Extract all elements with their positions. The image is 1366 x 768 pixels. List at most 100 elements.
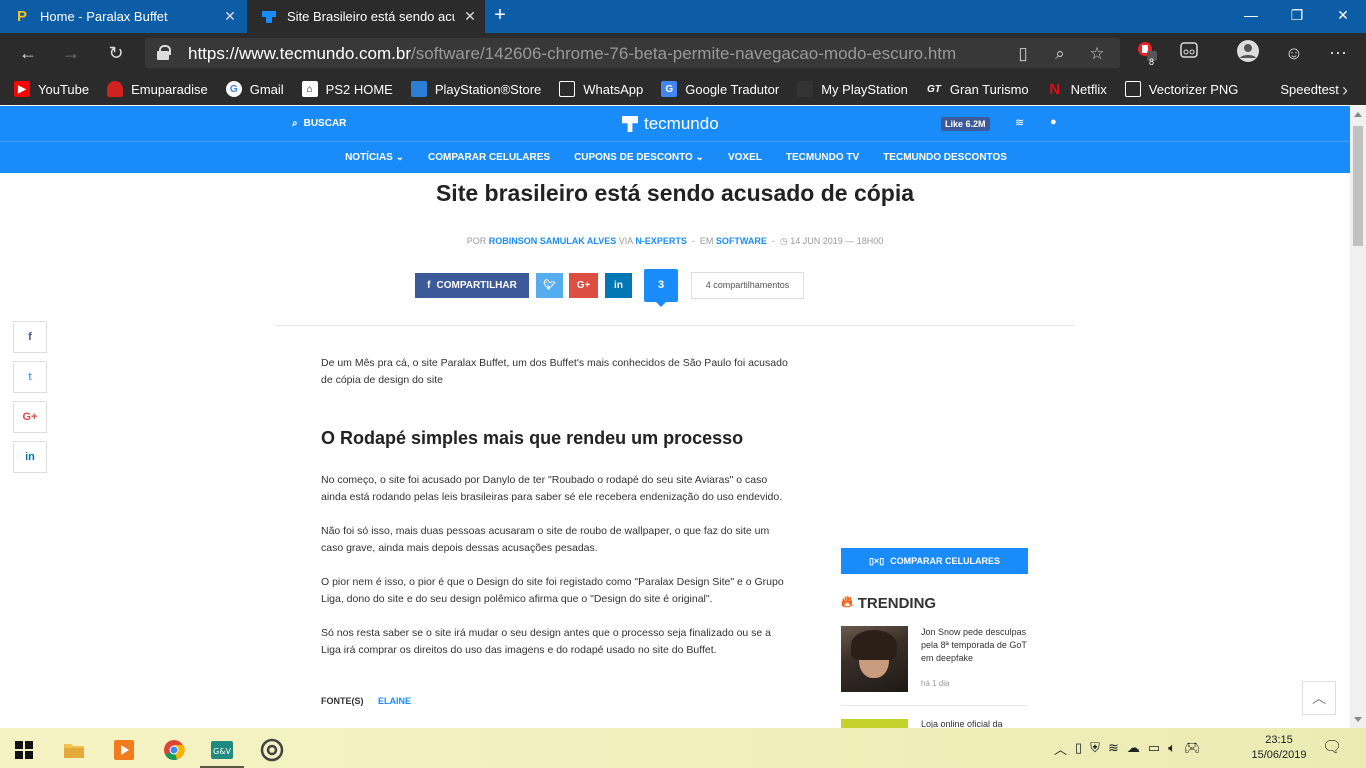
url-text[interactable]: https://www.tecmundo.com.br/software/142… — [188, 44, 956, 64]
trending-thumbnail[interactable] — [841, 626, 908, 692]
tab-paralax-buffet[interactable]: P Home - Paralax Buffet ✕ — [0, 0, 245, 33]
bookmark-google-tradutor[interactable]: G Google Tradutor — [661, 81, 779, 97]
menu-item-noticias[interactable]: NOTÍCIAS ⌄ — [345, 152, 404, 163]
extension-badge: 8 — [1149, 57, 1155, 67]
page-scrollbar[interactable] — [1350, 106, 1366, 728]
more-menu-icon[interactable]: ⋯ — [1324, 39, 1352, 67]
scrollbar-thumb[interactable] — [1353, 126, 1363, 246]
trending-title[interactable]: Loja online oficial da — [921, 719, 1003, 728]
googleplus-icon[interactable]: G+ — [13, 401, 47, 433]
header-divider — [275, 325, 1075, 326]
refresh-icon[interactable]: ↻ — [102, 39, 130, 67]
bookmark-playstation-store[interactable]: PlayStation®Store — [410, 81, 541, 97]
maximize-icon[interactable]: ❐ — [1274, 0, 1320, 33]
battery-icon[interactable]: ▭ — [1148, 740, 1160, 756]
mushroom-icon — [107, 81, 124, 97]
category-link[interactable]: SOFTWARE — [716, 236, 767, 246]
reading-view-icon[interactable]: ▯ — [1011, 44, 1035, 64]
linkedin-icon: in — [614, 280, 623, 291]
favorite-star-icon[interactable]: ☆ — [1085, 44, 1109, 64]
volume-icon[interactable]: 🔈︎ — [1168, 740, 1176, 756]
twitter-share-button[interactable]: 🐦︎ — [536, 273, 563, 298]
article-body: No começo, o site foi acusado por Danylo… — [321, 472, 791, 676]
chrome-icon[interactable] — [150, 732, 198, 768]
wifi-icon[interactable]: ≋ — [1108, 740, 1119, 756]
bookmark-emuparadise[interactable]: Emuparadise — [107, 81, 208, 97]
close-window-icon[interactable]: ✕ — [1320, 0, 1366, 33]
bookmark-speedtest[interactable]: Speedtest — [1256, 81, 1339, 97]
twitter-icon[interactable]: t — [13, 361, 47, 393]
gamepad-icon[interactable]: 🎮︎ — [1184, 740, 1201, 756]
bookmark-gran-turismo[interactable]: GT Gran Turismo — [926, 81, 1029, 97]
bookmarks-overflow-chevron-icon[interactable]: › — [1342, 80, 1348, 101]
chevron-up-icon[interactable]: ︿ — [1054, 739, 1067, 758]
compare-phones-button[interactable]: ▯×▯ COMPARAR CELULARES — [841, 548, 1028, 574]
menu-item-cupons[interactable]: CUPONS DE DESCONTO ⌄ — [574, 152, 704, 163]
linkedin-share-button[interactable]: in — [605, 273, 632, 298]
close-tab-icon[interactable]: ✕ — [455, 8, 485, 25]
media-player-icon[interactable] — [100, 732, 148, 768]
googleplus-share-button[interactable]: G+ — [569, 273, 598, 298]
bookmark-vectorizer-png[interactable]: Vectorizer PNG — [1124, 81, 1238, 97]
clock-date: 15/06/2019 — [1251, 749, 1307, 761]
trending-item[interactable]: Loja online oficial da — [841, 719, 1028, 728]
comment-count-button[interactable]: 3 — [644, 269, 678, 307]
extension-icon[interactable]: 8 — [1132, 39, 1160, 67]
source-link[interactable]: ELAINE — [378, 696, 411, 706]
via-link[interactable]: N-EXPERTS — [635, 236, 687, 246]
paragraph: Só nos resta saber se o site irá mudar o… — [321, 627, 772, 656]
author-link[interactable]: ROBINSON SAMULAK ALVES — [489, 236, 617, 246]
article-byline: POR ROBINSON SAMULAK ALVES VIA N-EXPERTS… — [466, 236, 884, 246]
tab-tecmundo-article[interactable]: Site Brasileiro está sendo acusad ✕ — [247, 0, 485, 33]
facebook-like-button[interactable]: Like 6.2M — [941, 117, 990, 131]
close-tab-icon[interactable]: ✕ — [215, 8, 245, 25]
trending-thumbnail[interactable] — [841, 719, 908, 728]
bookmark-youtube[interactable]: ▶ YouTube — [14, 81, 89, 97]
trending-item[interactable]: Jon Snow pede desculpas pela 8ª temporad… — [841, 626, 1028, 706]
media-icon[interactable] — [1175, 39, 1203, 67]
back-icon[interactable]: ← — [14, 39, 42, 67]
bookmark-gmail[interactable]: G Gmail — [225, 81, 284, 97]
action-center-icon[interactable]: 🗨︎ — [1322, 737, 1342, 757]
article-title: Site brasileiro está sendo acusado de có… — [435, 180, 915, 206]
location-pin-icon[interactable]: ● — [1050, 116, 1057, 128]
article-date: 14 JUN 2019 — 18H00 — [790, 236, 884, 246]
linkedin-icon[interactable]: in — [13, 441, 47, 473]
facebook-share-button[interactable]: f COMPARTILHAR — [415, 273, 529, 298]
facebook-icon[interactable]: f — [13, 321, 47, 353]
feedback-smiley-icon[interactable]: ☺ — [1280, 39, 1308, 67]
scroll-up-arrow-icon[interactable] — [1354, 112, 1362, 117]
file-explorer-icon[interactable] — [50, 732, 98, 768]
wifi-icon[interactable]: ≋ — [1015, 116, 1024, 129]
start-windows-icon[interactable] — [0, 732, 48, 768]
profile-avatar-icon[interactable] — [1234, 39, 1262, 67]
tecmundo-favicon-icon — [261, 9, 277, 25]
search-button[interactable]: ⌕ BUSCAR — [292, 118, 346, 129]
tecmundo-logo[interactable]: tecmundo — [622, 114, 719, 134]
twitter-icon: 🐦︎ — [543, 280, 556, 291]
defender-shield-icon[interactable]: ⛨ — [1090, 740, 1100, 756]
address-bar[interactable]: https://www.tecmundo.com.br/software/142… — [145, 38, 1120, 68]
bookmark-my-playstation[interactable]: My PlayStation — [797, 81, 908, 97]
system-clock[interactable]: 23:15 15/06/2019 — [1242, 733, 1316, 763]
zoom-icon[interactable]: ⌕ — [1048, 44, 1072, 64]
app-circle-icon[interactable] — [248, 732, 296, 768]
scroll-down-arrow-icon[interactable] — [1354, 717, 1362, 722]
new-tab-button[interactable]: + — [490, 4, 510, 28]
menu-item-tecmundo-tv[interactable]: TECMUNDO TV — [786, 152, 859, 163]
menu-item-tecmundo-descontos[interactable]: TECMUNDO DESCONTOS — [883, 152, 1007, 163]
bookmark-netflix[interactable]: N Netflix — [1047, 81, 1107, 98]
forward-icon[interactable]: → — [57, 39, 85, 67]
edge-browser-icon[interactable]: G&V — [198, 732, 246, 768]
minimize-icon[interactable]: — — [1228, 0, 1274, 33]
menu-item-voxel[interactable]: VOXEL — [728, 152, 762, 163]
bookmark-whatsapp[interactable]: WhatsApp — [559, 81, 643, 97]
article-lead: De um Mês pra cá, o site Paralax Buffet,… — [321, 355, 791, 406]
back-to-top-button[interactable]: ︿ — [1302, 681, 1336, 715]
bookmark-ps2-home[interactable]: ⌂ PS2 HOME — [301, 81, 393, 97]
usb-icon[interactable]: ▯ — [1075, 740, 1082, 756]
menu-item-comparar-celulares[interactable]: COMPARAR CELULARES — [428, 152, 550, 163]
trending-title[interactable]: Jon Snow pede desculpas pela 8ª temporad… — [921, 626, 1031, 665]
onedrive-cloud-icon[interactable]: ☁ — [1127, 740, 1140, 756]
bookmarks-bar: ▶ YouTube Emuparadise G Gmail ⌂ PS2 HOME Pl… — [0, 73, 1366, 105]
